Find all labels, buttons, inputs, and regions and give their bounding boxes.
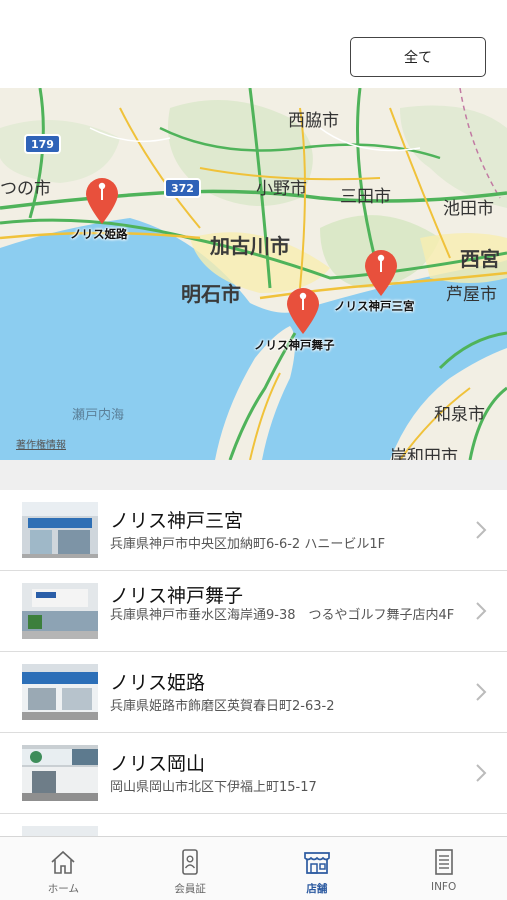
store-list: ノリス神戸三宮 兵庫県神戸市中央区加納町6-6-2 ハニービル1F ノリス神戸舞…: [0, 490, 507, 836]
store-name: ノリス姫路: [110, 672, 206, 694]
filter-all-button[interactable]: 全て: [350, 37, 486, 77]
store-photo-partial: [22, 826, 98, 836]
map-copyright-link[interactable]: 著作権情報: [16, 436, 66, 451]
store-row-partial[interactable]: [0, 814, 507, 836]
tab-label: 会員証: [174, 883, 206, 895]
map-city-ashiya: 芦屋市: [446, 285, 497, 305]
chevron-right-icon: [476, 602, 487, 620]
store-name: ノリス岡山: [110, 753, 206, 775]
store-address: 兵庫県神戸市中央区加納町6-6-2 ハニービル1F: [110, 537, 386, 552]
tab-info[interactable]: INFO: [380, 837, 507, 900]
map-marker-label-sannomiya: ノリス神戸三宮: [334, 299, 415, 313]
map-city-nishiwaki: 西脇市: [288, 111, 339, 131]
route-179-shield: 179: [24, 134, 61, 154]
tab-bar: ホーム 会員証 店舗 INFO: [0, 836, 507, 900]
map-city-nishinomiya: 西宮: [460, 247, 500, 271]
map-city-sanda: 三田市: [340, 187, 391, 207]
info-document-icon: [434, 849, 453, 875]
store-row-sannomiya[interactable]: ノリス神戸三宮 兵庫県神戸市中央区加納町6-6-2 ハニービル1F: [0, 490, 507, 571]
map-city-ikeda: 池田市: [443, 199, 494, 219]
map-marker-label-himeji: ノリス姫路: [70, 227, 128, 241]
map-pin-himeji[interactable]: [82, 176, 122, 226]
tab-stores[interactable]: 店舗: [254, 837, 381, 900]
tab-label: 店舗: [306, 883, 328, 895]
store-name: ノリス神戸舞子: [110, 585, 244, 607]
store-name: ノリス神戸三宮: [110, 510, 244, 532]
store-photo-maiko: [22, 583, 98, 639]
store-row-maiko[interactable]: ノリス神戸舞子 兵庫県神戸市垂水区海岸通9-38 つるやゴルフ舞子店内4F: [0, 571, 507, 652]
tab-home[interactable]: ホーム: [0, 837, 127, 900]
store-row-himeji[interactable]: ノリス姫路 兵庫県姫路市飾磨区英賀春日町2-63-2: [0, 652, 507, 733]
header: 全て: [0, 0, 507, 88]
map-sea-label: 瀬戸内海: [72, 408, 125, 423]
store-locator-screen: 全て 179 372 西脇市 小野市 三田市 池田市 つの市 加古川市 西宮 芦…: [0, 0, 507, 900]
store-map[interactable]: 179 372 西脇市 小野市 三田市 池田市 つの市 加古川市 西宮 芦屋市 …: [0, 88, 507, 460]
section-divider: [0, 460, 507, 490]
map-city-tatsuno: つの市: [0, 179, 51, 199]
store-address: 兵庫県姫路市飾磨区英賀春日町2-63-2: [110, 699, 335, 714]
store-address: 岡山県岡山市北区下伊福上町15-17: [110, 780, 317, 795]
map-city-kishiwada: 岸和田市: [390, 447, 458, 460]
home-icon: [51, 850, 75, 874]
map-pin-maiko[interactable]: [283, 286, 323, 336]
store-row-okayama[interactable]: ノリス岡山 岡山県岡山市北区下伊福上町15-17: [0, 733, 507, 814]
map-marker-label-maiko: ノリス神戸舞子: [254, 338, 335, 352]
map-city-ono: 小野市: [256, 179, 307, 199]
map-city-izumi: 和泉市: [434, 405, 485, 425]
store-photo-himeji: [22, 664, 98, 720]
route-372-shield: 372: [164, 178, 201, 198]
store-photo-sannomiya: [22, 502, 98, 558]
chevron-right-icon: [476, 683, 487, 701]
store-photo-okayama: [22, 745, 98, 801]
map-city-akashi: 明石市: [181, 282, 241, 306]
map-city-kakogawa: 加古川市: [210, 234, 290, 258]
map-pin-sannomiya[interactable]: [361, 248, 401, 298]
store-address: 兵庫県神戸市垂水区海岸通9-38 つるやゴルフ舞子店内4F: [110, 608, 455, 623]
tab-label: INFO: [430, 881, 457, 893]
store-icon: [304, 852, 330, 874]
tab-label: ホーム: [47, 883, 79, 895]
member-card-icon: [182, 849, 198, 875]
chevron-right-icon: [476, 764, 487, 782]
tab-member-card[interactable]: 会員証: [127, 837, 254, 900]
chevron-right-icon: [476, 521, 487, 539]
